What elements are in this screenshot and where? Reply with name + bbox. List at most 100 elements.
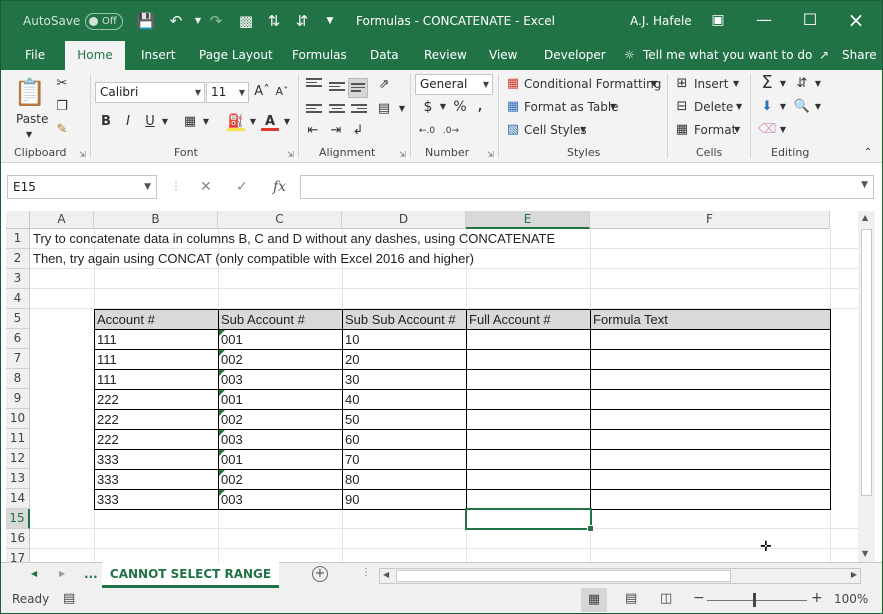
tab-file[interactable]: File <box>25 41 45 70</box>
format-painter-icon[interactable]: ✎ <box>53 121 71 139</box>
row-header[interactable]: 6 <box>6 329 30 349</box>
cell[interactable]: 111 <box>94 349 219 370</box>
touch-mode-icon[interactable]: ▩ <box>235 10 257 32</box>
user-name[interactable]: A.J. Hafele <box>630 1 692 41</box>
row-header[interactable]: 17 <box>6 549 30 562</box>
cell[interactable] <box>590 449 831 470</box>
cell[interactable]: 10 <box>342 329 467 350</box>
cell[interactable]: 003 <box>218 369 343 390</box>
fill-color-icon[interactable]: ⛽ <box>227 113 245 131</box>
row-header[interactable]: 1 <box>6 229 30 249</box>
name-box[interactable]: E15 ▼ <box>7 175 157 199</box>
cell[interactable]: 003 <box>218 489 343 510</box>
decrease-font-icon[interactable]: Aˇ <box>273 83 291 101</box>
cell[interactable] <box>590 329 831 350</box>
autosave-toggle[interactable]: Off <box>85 13 123 30</box>
cell[interactable]: 60 <box>342 429 467 450</box>
vertical-dots-icon[interactable]: ⋮ <box>361 567 371 578</box>
next-sheet-icon[interactable]: ▶ <box>59 569 65 578</box>
increase-decimal-icon[interactable]: ←.0 <box>418 122 436 140</box>
zoom-in-icon[interactable]: + <box>811 590 823 606</box>
maximize-button[interactable]: ☐ <box>787 1 833 41</box>
macro-recording-icon[interactable]: ▤ <box>63 591 75 606</box>
find-select-dropdown-icon[interactable]: ▼ <box>809 98 827 116</box>
horizontal-scrollbar[interactable]: ◀ ▶ <box>379 568 861 584</box>
header-account[interactable]: Account # <box>94 309 219 330</box>
percent-button[interactable]: % <box>451 98 469 116</box>
save-icon[interactable]: 💾 <box>135 10 157 32</box>
cell[interactable]: 001 <box>218 449 343 470</box>
column-header-e[interactable]: E <box>466 211 590 229</box>
zoom-slider[interactable] <box>707 600 807 601</box>
prev-sheet-icon[interactable]: ◀ <box>31 569 37 578</box>
clipboard-launcher-icon[interactable]: ⇲ <box>79 150 86 159</box>
fill-dropdown-icon[interactable]: ▼ <box>774 98 792 116</box>
formula-input[interactable]: ▼ <box>300 175 874 199</box>
sort-filter-dropdown-icon[interactable]: ▼ <box>809 75 827 93</box>
cell[interactable] <box>590 369 831 390</box>
orientation-icon[interactable]: ⇗ <box>375 76 393 94</box>
zoom-slider-thumb[interactable] <box>753 593 756 607</box>
increase-indent-icon[interactable]: ⇥ <box>327 122 345 140</box>
paste-dropdown-icon[interactable]: ▼ <box>26 126 32 144</box>
cell[interactable]: 80 <box>342 469 467 490</box>
alignment-launcher-icon[interactable]: ⇲ <box>399 150 406 159</box>
row-header[interactable]: 3 <box>6 269 30 289</box>
add-sheet-icon[interactable]: + <box>312 566 328 582</box>
cell[interactable]: 333 <box>94 469 219 490</box>
scroll-left-icon[interactable]: ◀ <box>383 570 389 579</box>
zoom-level[interactable]: 100% <box>834 592 868 606</box>
scroll-down-icon[interactable]: ▼ <box>862 549 868 558</box>
vertical-scrollbar[interactable]: ▲ ▼ <box>858 211 875 562</box>
row-header[interactable]: 4 <box>6 289 30 309</box>
cell[interactable]: 70 <box>342 449 467 470</box>
row-header[interactable]: 10 <box>6 409 30 429</box>
cell[interactable] <box>590 489 831 510</box>
cell[interactable] <box>466 429 591 450</box>
tab-page-layout[interactable]: Page Layout <box>199 41 273 70</box>
fill-color-dropdown-icon[interactable]: ▼ <box>244 113 262 131</box>
paste-button[interactable]: Paste <box>16 110 48 128</box>
cell[interactable] <box>466 469 591 490</box>
share-button[interactable]: Share <box>842 41 877 70</box>
cell[interactable] <box>590 389 831 410</box>
clear-dropdown-icon[interactable]: ▼ <box>774 121 792 139</box>
sheet-tab-active[interactable]: CANNOT SELECT RANGE <box>102 562 279 588</box>
tab-review[interactable]: Review <box>424 41 467 70</box>
bold-button[interactable]: B <box>97 113 115 131</box>
customize-qat-icon[interactable]: ▼ <box>319 10 341 32</box>
column-header-c[interactable]: C <box>218 211 342 229</box>
top-align-icon[interactable] <box>306 76 322 90</box>
format-as-table-button[interactable]: Format as Table <box>524 98 619 116</box>
cell[interactable] <box>590 469 831 490</box>
increase-font-icon[interactable]: Aˆ <box>253 83 271 101</box>
insert-function-button[interactable]: fx <box>273 175 286 199</box>
cell[interactable]: 30 <box>342 369 467 390</box>
number-launcher-icon[interactable]: ⇲ <box>487 150 494 159</box>
select-all-corner[interactable] <box>6 211 30 229</box>
tab-formulas[interactable]: Formulas <box>292 41 347 70</box>
worksheet-grid[interactable]: A B C D E F 1 2 3 4 5 6 7 8 9 10 11 12 1… <box>6 211 858 562</box>
middle-align-icon[interactable] <box>329 80 345 94</box>
page-break-preview-icon[interactable]: ◫ <box>660 591 672 606</box>
cell[interactable]: 222 <box>94 389 219 410</box>
cell[interactable] <box>466 409 591 430</box>
format-cells-button[interactable]: Format <box>694 121 736 139</box>
cell[interactable] <box>590 349 831 370</box>
font-size-select[interactable]: 11 ▼ <box>206 82 249 103</box>
cell[interactable] <box>466 449 591 470</box>
row-header[interactable]: 15 <box>6 509 30 529</box>
row-header[interactable]: 13 <box>6 469 30 489</box>
row-header[interactable]: 14 <box>6 489 30 509</box>
cell[interactable]: 222 <box>94 429 219 450</box>
close-button[interactable]: × <box>833 1 879 41</box>
row-header[interactable]: 11 <box>6 429 30 449</box>
align-left-icon[interactable] <box>306 102 322 116</box>
cell[interactable] <box>466 369 591 390</box>
normal-view-icon[interactable]: ▦ <box>581 588 607 612</box>
header-sub-sub-account[interactable]: Sub Sub Account # <box>342 309 467 330</box>
column-header-a[interactable]: A <box>30 211 94 229</box>
decrease-decimal-icon[interactable]: .0→ <box>442 122 460 140</box>
ribbon-display-options-icon[interactable]: ▣ <box>695 1 741 41</box>
merge-dropdown-icon[interactable]: ▼ <box>393 100 411 118</box>
